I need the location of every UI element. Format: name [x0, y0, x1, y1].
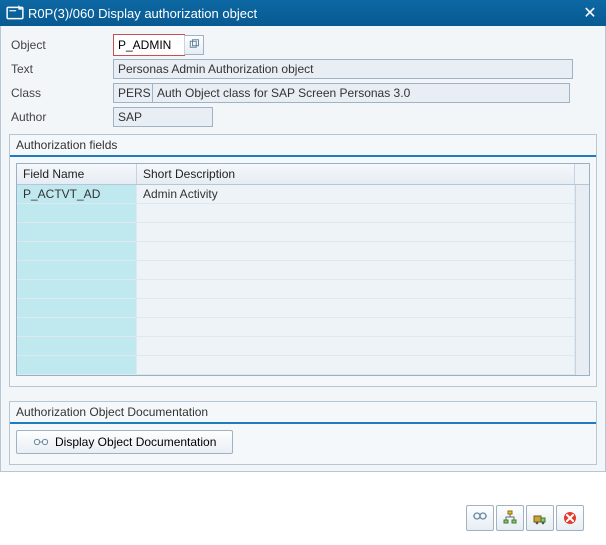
- table-row[interactable]: [17, 337, 575, 356]
- table-row[interactable]: [17, 261, 575, 280]
- window-icon: [6, 4, 24, 22]
- cell-short-desc: [137, 356, 575, 374]
- cell-field-name: [17, 337, 137, 355]
- display-documentation-button[interactable]: Display Object Documentation: [16, 430, 233, 454]
- hierarchy-button[interactable]: [496, 505, 524, 531]
- cell-short-desc: [137, 242, 575, 260]
- object-input[interactable]: [114, 35, 184, 55]
- fields-table-header: Field Name Short Description: [17, 164, 589, 185]
- value-help-button[interactable]: [184, 35, 204, 55]
- table-row[interactable]: [17, 356, 575, 375]
- cell-field-name: [17, 223, 137, 241]
- transport-button[interactable]: [526, 505, 554, 531]
- cell-field-name: [17, 242, 137, 260]
- group-auth-fields: Authorization fields Field Name Short De…: [9, 134, 597, 387]
- cell-short-desc: [137, 204, 575, 222]
- fields-table-rows: P_ACTVT_ADAdmin Activity: [17, 185, 575, 375]
- object-field-wrap: [113, 34, 185, 56]
- table-row[interactable]: [17, 280, 575, 299]
- cell-field-name: [17, 318, 137, 336]
- vertical-scrollbar[interactable]: [575, 185, 589, 375]
- group-auth-fields-body: Field Name Short Description P_ACTVT_ADA…: [10, 157, 596, 386]
- cell-field-name: [17, 356, 137, 374]
- cell-field-name: [17, 280, 137, 298]
- display-documentation-label: Display Object Documentation: [55, 435, 216, 449]
- table-row[interactable]: [17, 242, 575, 261]
- footer-toolbar: [466, 505, 584, 531]
- cell-field-name: [17, 204, 137, 222]
- table-row[interactable]: [17, 299, 575, 318]
- group-documentation-title: Authorization Object Documentation: [10, 402, 596, 424]
- label-author: Author: [9, 110, 113, 124]
- cancel-button[interactable]: [556, 505, 584, 531]
- label-class: Class: [9, 86, 113, 100]
- table-row[interactable]: [17, 223, 575, 242]
- row-author: Author SAP: [9, 106, 597, 128]
- fields-table: Field Name Short Description P_ACTVT_ADA…: [16, 163, 590, 376]
- col-header-field-name[interactable]: Field Name: [17, 164, 137, 184]
- author-field: SAP: [113, 107, 213, 127]
- row-text: Text Personas Admin Authorization object: [9, 58, 597, 80]
- text-field: Personas Admin Authorization object: [113, 59, 573, 79]
- row-class: Class PERS Auth Object class for SAP Scr…: [9, 82, 597, 104]
- table-row[interactable]: P_ACTVT_ADAdmin Activity: [17, 185, 575, 204]
- cell-short-desc: [137, 261, 575, 279]
- glasses-icon: [33, 434, 49, 450]
- cell-field-name: P_ACTVT_AD: [17, 185, 137, 203]
- cell-short-desc: [137, 280, 575, 298]
- cell-short-desc: [137, 337, 575, 355]
- cell-short-desc: [137, 299, 575, 317]
- dialog-body: Object Text Personas Admin Authorization…: [0, 26, 606, 472]
- cell-short-desc: Admin Activity: [137, 185, 575, 203]
- title-bar: R0P(3)/060 Display authorization object …: [0, 0, 606, 26]
- class-code-field: PERS: [113, 83, 153, 103]
- cell-field-name: [17, 299, 137, 317]
- table-row[interactable]: [17, 204, 575, 223]
- class-text-field: Auth Object class for SAP Screen Persona…: [152, 83, 570, 103]
- cell-short-desc: [137, 223, 575, 241]
- cell-field-name: [17, 261, 137, 279]
- close-icon[interactable]: ✕: [580, 3, 600, 23]
- col-header-scroll: [575, 164, 589, 184]
- label-object: Object: [9, 38, 113, 52]
- cell-short-desc: [137, 318, 575, 336]
- table-row[interactable]: [17, 318, 575, 337]
- group-documentation: Authorization Object Documentation Displ…: [9, 401, 597, 465]
- row-object: Object: [9, 34, 597, 56]
- group-documentation-body: Display Object Documentation: [10, 424, 596, 464]
- col-header-short-desc[interactable]: Short Description: [137, 164, 575, 184]
- group-auth-fields-title: Authorization fields: [10, 135, 596, 157]
- label-text: Text: [9, 62, 113, 76]
- window-title: R0P(3)/060 Display authorization object: [28, 6, 580, 21]
- where-used-button[interactable]: [466, 505, 494, 531]
